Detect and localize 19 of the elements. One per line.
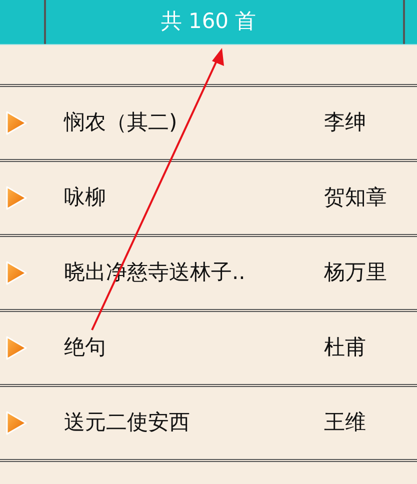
play-icon[interactable] xyxy=(4,410,28,436)
poem-author: 杨万里 xyxy=(324,259,387,286)
poem-author: 贺知章 xyxy=(324,184,387,212)
poem-row[interactable]: 咏柳 贺知章 xyxy=(0,162,417,237)
poem-row[interactable]: 悯农（其二) 李绅 xyxy=(0,87,417,162)
poem-row[interactable]: 送元二使安西 王维 xyxy=(0,387,417,462)
play-icon[interactable] xyxy=(4,110,28,136)
poem-title: 咏柳 xyxy=(64,184,107,212)
play-icon[interactable] xyxy=(4,185,28,211)
poem-title: 送元二使安西 xyxy=(64,409,191,436)
poem-row[interactable]: 绝句 杜甫 xyxy=(0,312,417,387)
poem-title: 悯农（其二) xyxy=(64,109,178,136)
play-icon[interactable] xyxy=(4,335,28,361)
poem-author: 王维 xyxy=(324,409,366,436)
play-icon[interactable] xyxy=(4,260,28,286)
poem-title: 绝句 xyxy=(64,334,107,362)
poem-count: 共 160 首 xyxy=(160,8,256,36)
poem-author: 李绅 xyxy=(324,109,366,136)
poem-author: 杜甫 xyxy=(324,334,366,362)
